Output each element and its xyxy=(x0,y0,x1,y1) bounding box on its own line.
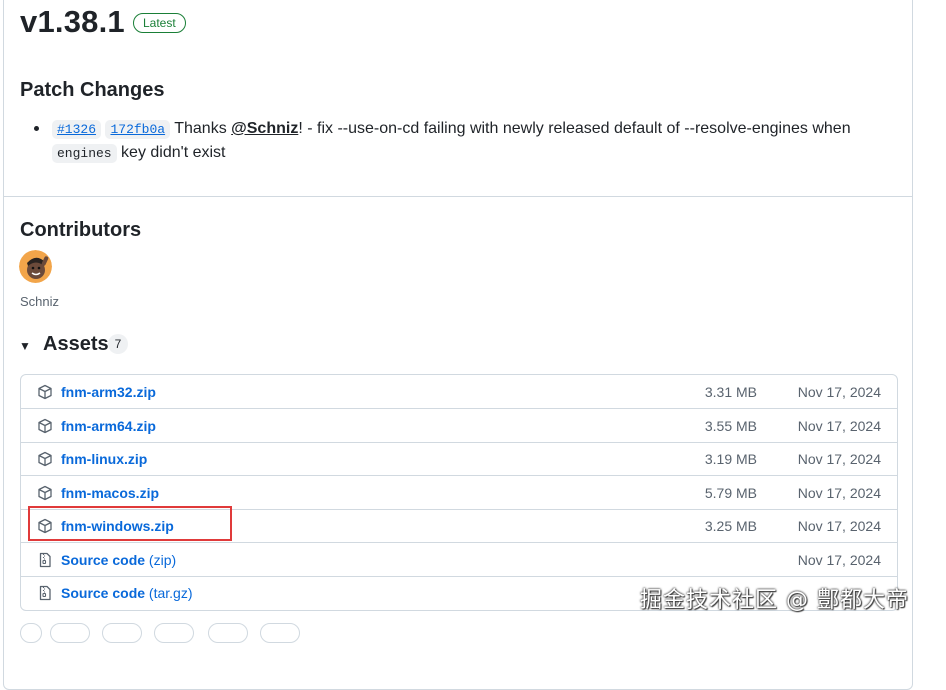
asset-row: fnm-macos.zip 5.79 MB Nov 17, 2024 xyxy=(21,476,897,510)
assets-list: fnm-arm32.zip 3.31 MB Nov 17, 2024 fnm-a… xyxy=(20,374,898,611)
avatar[interactable] xyxy=(19,250,52,283)
assets-count-badge: 7 xyxy=(108,334,128,354)
source-code-link[interactable]: Source code (zip) xyxy=(61,551,176,569)
asset-date: Nov 17, 2024 xyxy=(797,418,881,434)
highlight-annotation xyxy=(28,506,232,541)
thanks-text: Thanks xyxy=(170,120,232,137)
file-zip-icon xyxy=(37,552,53,568)
package-icon xyxy=(37,485,53,501)
package-icon xyxy=(37,384,53,400)
asset-size: 5.79 MB xyxy=(704,485,757,501)
reaction-button[interactable] xyxy=(50,623,90,643)
asset-row: fnm-arm32.zip 3.31 MB Nov 17, 2024 xyxy=(21,375,897,409)
change-description-end: key didn't exist xyxy=(116,144,226,161)
reaction-button[interactable] xyxy=(102,623,142,643)
asset-link[interactable]: fnm-linux.zip xyxy=(61,450,147,468)
asset-size: 3.25 MB xyxy=(704,518,757,534)
reaction-button[interactable] xyxy=(20,623,42,643)
package-icon xyxy=(37,451,53,467)
asset-date: Nov 17, 2024 xyxy=(797,451,881,467)
reaction-button[interactable] xyxy=(154,623,194,643)
asset-date: Nov 17, 2024 xyxy=(797,518,881,534)
asset-size: 3.55 MB xyxy=(704,418,757,434)
asset-link[interactable]: fnm-arm32.zip xyxy=(61,383,156,401)
asset-row: fnm-linux.zip 3.19 MB Nov 17, 2024 xyxy=(21,442,897,476)
source-code-link[interactable]: Source code (tar.gz) xyxy=(61,584,193,602)
asset-size: 3.19 MB xyxy=(704,451,757,467)
asset-date: Nov 17, 2024 xyxy=(797,485,881,501)
change-description: ! - fix --use-on-cd failing with newly r… xyxy=(298,120,851,137)
asset-size: 3.31 MB xyxy=(704,384,757,400)
assets-heading[interactable]: Assets xyxy=(43,331,109,357)
asset-row: Source code (zip) Nov 17, 2024 xyxy=(21,543,897,577)
latest-badge: Latest xyxy=(133,13,186,33)
list-bullet xyxy=(34,126,39,131)
asset-date: Nov 17, 2024 xyxy=(797,384,881,400)
inline-code: engines xyxy=(52,144,117,163)
reaction-button[interactable] xyxy=(260,623,300,643)
section-divider xyxy=(4,196,913,197)
release-version-title[interactable]: v1.38.1 xyxy=(20,2,125,42)
asset-date: Nov 17, 2024 xyxy=(797,552,881,568)
watermark: 掘金技术社区 @ 鄷都大帝 xyxy=(640,588,909,613)
asset-link[interactable]: fnm-macos.zip xyxy=(61,484,159,502)
file-zip-icon xyxy=(37,585,53,601)
asset-row: fnm-arm64.zip 3.55 MB Nov 17, 2024 xyxy=(21,409,897,443)
change-item-line-1: #1326 172fb0a Thanks @Schniz! - fix --us… xyxy=(52,118,851,141)
asset-link[interactable]: fnm-arm64.zip xyxy=(61,417,156,435)
patch-changes-heading: Patch Changes xyxy=(20,79,165,101)
reaction-button[interactable] xyxy=(208,623,248,643)
contributor-name[interactable]: Schniz xyxy=(20,293,59,311)
commit-link[interactable]: 172fb0a xyxy=(105,120,171,139)
triangle-down-icon[interactable]: ▼ xyxy=(19,339,31,353)
user-mention[interactable]: @Schniz xyxy=(231,120,298,137)
package-icon xyxy=(37,418,53,434)
contributors-heading: Contributors xyxy=(20,219,142,241)
pr-link[interactable]: #1326 xyxy=(52,120,102,139)
change-item-line-2: engines key didn't exist xyxy=(52,142,226,165)
